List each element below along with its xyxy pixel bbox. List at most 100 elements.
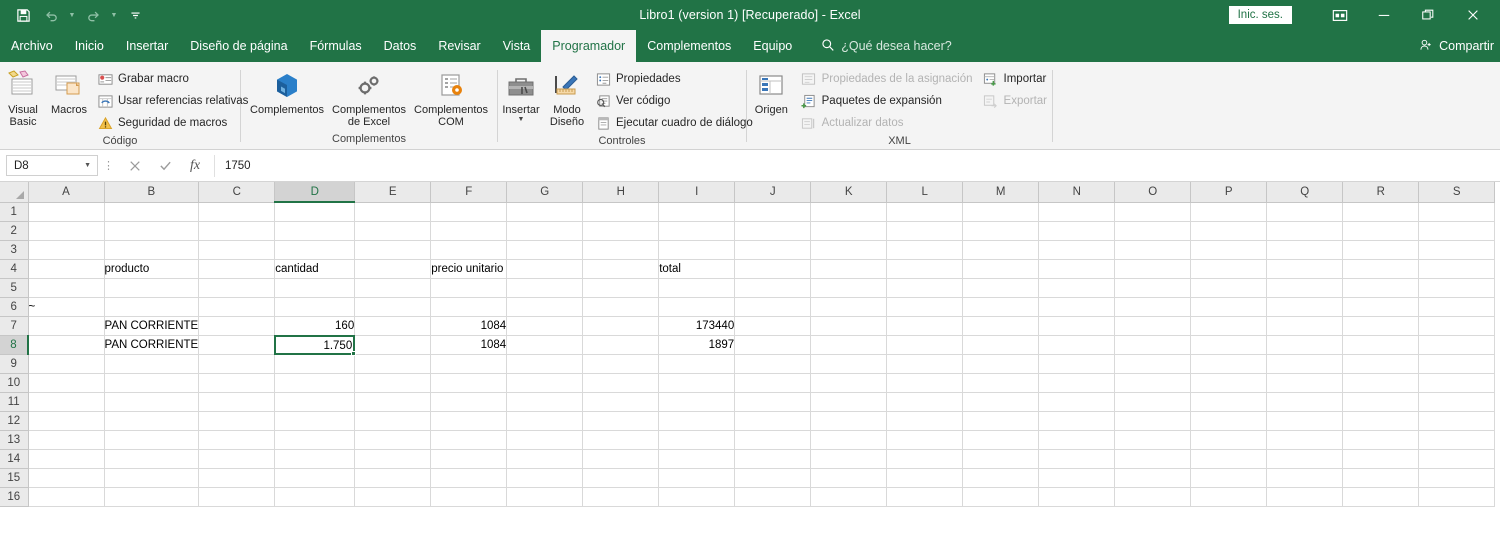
cell-E7[interactable] — [354, 316, 432, 336]
cell-P11[interactable] — [1190, 392, 1268, 412]
tab-inicio[interactable]: Inicio — [64, 30, 115, 62]
cell-G16[interactable] — [506, 487, 584, 507]
cell-E1[interactable] — [354, 202, 432, 222]
cell-H2[interactable] — [582, 221, 660, 241]
cell-M2[interactable] — [962, 221, 1040, 241]
cell-D8[interactable]: 1.750 — [274, 334, 357, 356]
cell-G7[interactable] — [506, 316, 584, 336]
cell-J5[interactable] — [734, 278, 812, 298]
cell-P1[interactable] — [1190, 202, 1268, 222]
run-dialog-button[interactable]: Ejecutar cuadro de diálogo — [590, 112, 758, 134]
cell-N7[interactable] — [1038, 316, 1116, 336]
cell-I15[interactable] — [658, 468, 736, 488]
cell-D3[interactable] — [274, 240, 356, 260]
cell-C8[interactable] — [198, 335, 276, 355]
cell-Q9[interactable] — [1266, 354, 1344, 374]
cell-R15[interactable] — [1342, 468, 1420, 488]
cell-L11[interactable] — [886, 392, 964, 412]
cell-O3[interactable] — [1114, 240, 1192, 260]
macro-security-button[interactable]: Seguridad de macros — [92, 112, 253, 134]
cell-H12[interactable] — [582, 411, 660, 431]
cell-N8[interactable] — [1038, 335, 1116, 355]
cell-R6[interactable] — [1342, 297, 1420, 317]
cell-N16[interactable] — [1038, 487, 1116, 507]
cell-I14[interactable] — [658, 449, 736, 469]
column-header-o[interactable]: O — [1114, 182, 1192, 203]
cell-R5[interactable] — [1342, 278, 1420, 298]
cell-O10[interactable] — [1114, 373, 1192, 393]
cell-F11[interactable] — [430, 392, 508, 412]
cell-H4[interactable] — [582, 259, 660, 279]
cell-D16[interactable] — [274, 487, 356, 507]
column-header-r[interactable]: R — [1342, 182, 1420, 203]
row-header-1[interactable]: 1 — [0, 202, 29, 222]
cell-S2[interactable] — [1418, 221, 1496, 241]
formula-input[interactable]: 1750 — [214, 154, 1500, 177]
cell-H3[interactable] — [582, 240, 660, 260]
cell-G2[interactable] — [506, 221, 584, 241]
cell-K13[interactable] — [810, 430, 888, 450]
column-header-i[interactable]: I — [658, 182, 736, 203]
macros-button[interactable]: Macros — [46, 66, 92, 116]
row-header-6[interactable]: 6 — [0, 297, 29, 317]
cell-A2[interactable] — [28, 221, 105, 241]
cell-R3[interactable] — [1342, 240, 1420, 260]
cell-O14[interactable] — [1114, 449, 1192, 469]
customize-qat-icon[interactable] — [122, 3, 148, 27]
cell-C2[interactable] — [198, 221, 276, 241]
cell-J6[interactable] — [734, 297, 812, 317]
cell-J4[interactable] — [734, 259, 812, 279]
cell-Q4[interactable] — [1266, 259, 1344, 279]
cell-G4[interactable] — [506, 259, 584, 279]
cell-L14[interactable] — [886, 449, 964, 469]
cell-F3[interactable] — [430, 240, 508, 260]
cell-E16[interactable] — [354, 487, 432, 507]
cell-A8[interactable] — [28, 335, 105, 355]
close-icon[interactable] — [1450, 0, 1496, 30]
cell-J9[interactable] — [734, 354, 812, 374]
cell-D4[interactable]: cantidad — [274, 259, 356, 279]
column-header-q[interactable]: Q — [1266, 182, 1344, 203]
cell-J13[interactable] — [734, 430, 812, 450]
cell-I6[interactable] — [658, 297, 736, 317]
cell-F4[interactable]: precio unitario — [430, 259, 508, 279]
tab-formulas[interactable]: Fórmulas — [299, 30, 373, 62]
cell-M13[interactable] — [962, 430, 1040, 450]
row-header-8[interactable]: 8 — [0, 335, 29, 355]
cell-K14[interactable] — [810, 449, 888, 469]
cell-I2[interactable] — [658, 221, 736, 241]
insert-control-dropdown-icon[interactable]: ▼ — [518, 116, 525, 123]
column-header-c[interactable]: C — [198, 182, 276, 203]
cell-C10[interactable] — [198, 373, 276, 393]
row-header-12[interactable]: 12 — [0, 411, 29, 431]
restore-icon[interactable] — [1406, 0, 1450, 30]
minimize-icon[interactable] — [1362, 0, 1406, 30]
cell-K16[interactable] — [810, 487, 888, 507]
cell-L8[interactable] — [886, 335, 964, 355]
cell-O16[interactable] — [1114, 487, 1192, 507]
cell-O9[interactable] — [1114, 354, 1192, 374]
column-header-h[interactable]: H — [582, 182, 660, 203]
cell-D2[interactable] — [274, 221, 356, 241]
cell-O13[interactable] — [1114, 430, 1192, 450]
cell-K9[interactable] — [810, 354, 888, 374]
cell-F15[interactable] — [430, 468, 508, 488]
cell-M10[interactable] — [962, 373, 1040, 393]
cell-D10[interactable] — [274, 373, 356, 393]
chevron-down-icon[interactable]: ▼ — [84, 162, 91, 169]
cell-A6[interactable]: ~ — [28, 297, 105, 317]
cell-Q8[interactable] — [1266, 335, 1344, 355]
cell-B4[interactable]: producto — [104, 259, 200, 279]
cell-R10[interactable] — [1342, 373, 1420, 393]
tab-complementos[interactable]: Complementos — [636, 30, 742, 62]
cell-A14[interactable] — [28, 449, 105, 469]
cell-G9[interactable] — [506, 354, 584, 374]
redo-icon[interactable] — [80, 3, 106, 27]
cell-C11[interactable] — [198, 392, 276, 412]
cell-S8[interactable] — [1418, 335, 1496, 355]
cell-J14[interactable] — [734, 449, 812, 469]
cell-C4[interactable] — [198, 259, 276, 279]
cell-P2[interactable] — [1190, 221, 1268, 241]
cell-D11[interactable] — [274, 392, 356, 412]
cell-B7[interactable]: PAN CORRIENTE — [104, 316, 200, 336]
